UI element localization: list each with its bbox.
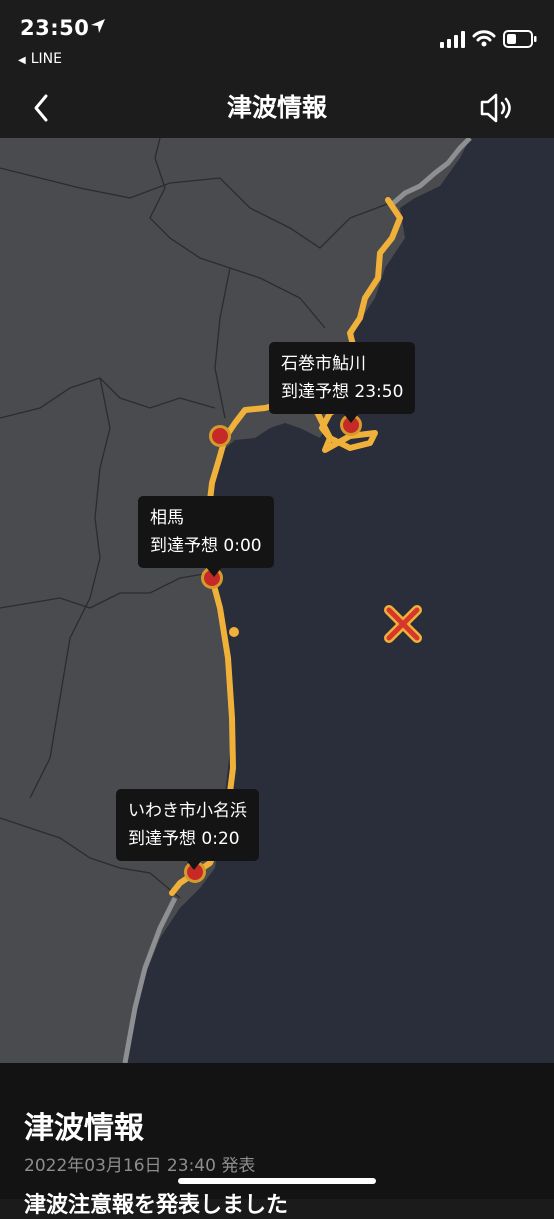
location-arrow-icon [91, 19, 105, 33]
sound-button[interactable] [478, 86, 518, 130]
marker-name: いわき市小名浜 [128, 801, 247, 821]
back-triangle-icon: ◀ [18, 55, 26, 66]
sheet-title: 津波情報 [24, 1111, 144, 1146]
marker-arrival: 到達予想 0:00 [150, 536, 262, 556]
back-app-label: LINE [30, 51, 62, 67]
back-to-app-link[interactable]: ◀ LINE [18, 51, 62, 67]
signal-bars-icon [440, 31, 465, 48]
home-indicator[interactable] [178, 1178, 376, 1184]
marker-label-soma[interactable]: 相馬 到達予想 0:00 [138, 496, 274, 577]
nav-bar: 津波情報 [0, 78, 554, 138]
marker-name: 相馬 [150, 508, 184, 528]
battery-icon [503, 30, 537, 48]
status-time: 23:50 [20, 16, 90, 40]
marker-label-ishinomaki[interactable]: 石巻市鮎川 到達予想 23:50 [269, 342, 416, 423]
speaker-icon [480, 93, 511, 123]
marker-name: 石巻市鮎川 [281, 354, 366, 374]
marker-arrival: 到達予想 0:20 [128, 829, 240, 849]
sheet-date: 2022年03月16日 23:40 発表 [24, 1156, 256, 1176]
marker-arrival: 到達予想 23:50 [281, 382, 404, 402]
epicenter-x-icon [384, 605, 422, 643]
page-title: 津波情報 [226, 93, 327, 122]
map-base [0, 138, 472, 1063]
status-bar: 23:50 ◀ LINE [0, 0, 554, 78]
wifi-icon [472, 30, 496, 47]
map-pin-north[interactable] [209, 425, 231, 447]
tsunami-map[interactable]: 石巻市鮎川 到達予想 23:50 相馬 到達予想 0:00 いわき市小名浜 到達… [0, 138, 554, 1063]
land-area [0, 138, 470, 1063]
marker-label-iwaki[interactable]: いわき市小名浜 到達予想 0:20 [116, 789, 259, 870]
sheet-body: 津波注意報を発表しました [24, 1193, 289, 1218]
